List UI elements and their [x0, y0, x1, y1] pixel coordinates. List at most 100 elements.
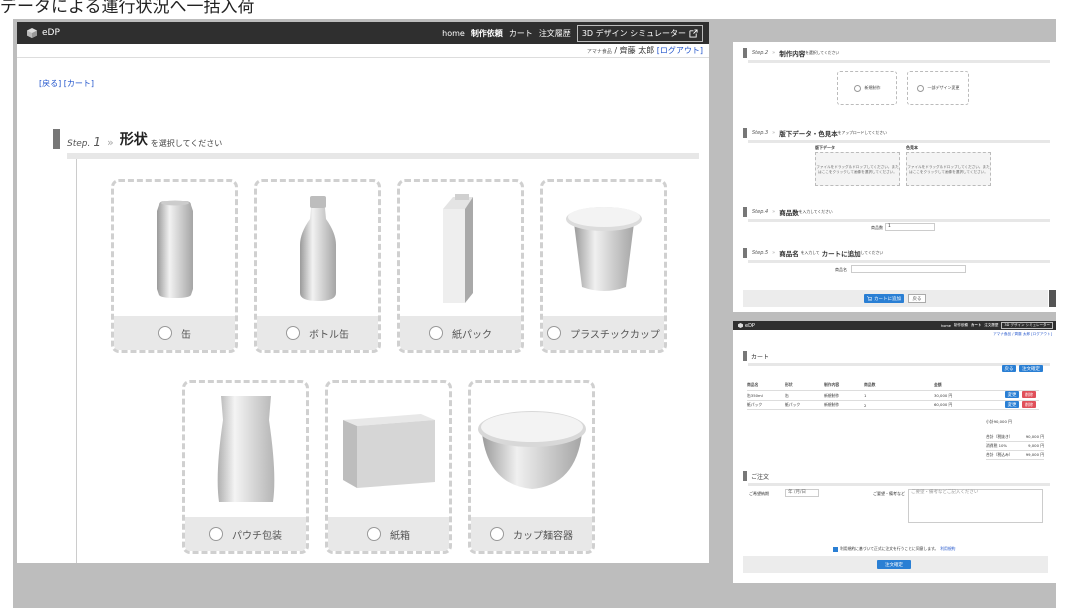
upload1-title: 版下データ — [815, 145, 835, 150]
product-name-input[interactable] — [851, 265, 966, 273]
step-label: Step. — [752, 130, 765, 136]
company-name: アマナ食品 — [586, 49, 612, 55]
agree-row: 利用規約に基づいて正式に注文を行うことに同意します。 利用規約 — [833, 546, 955, 552]
row2-edit-button[interactable]: 変更 — [1005, 401, 1019, 408]
radio-paper-pack[interactable] — [429, 326, 443, 340]
note-textarea[interactable]: ご要望・備考などご記入ください — [908, 489, 1043, 523]
th-price: 金額 — [934, 382, 942, 387]
cart-nav-cart[interactable]: カート — [971, 323, 982, 328]
step-underline — [748, 140, 1050, 143]
cart-nav-history[interactable]: 注文履歴 — [984, 323, 998, 328]
th-name: 商品名 — [747, 382, 759, 387]
step-number: 3 — [764, 130, 769, 136]
radio-plastic-cup[interactable] — [547, 326, 562, 340]
step-bar — [743, 48, 747, 58]
nav-history[interactable]: 注文履歴 — [539, 28, 571, 39]
shape-option-plastic-cup[interactable]: プラスチックカップ — [540, 179, 667, 353]
step-suffix: をアップロードしてください — [837, 130, 887, 135]
qty-input[interactable]: 1 — [885, 223, 935, 231]
step-panel-window: Step. 2 » 制作内容 を選択してください 新規制作 一部デザイン変更 St… — [733, 42, 1056, 312]
row1-delete-button[interactable]: 削除 — [1022, 391, 1036, 398]
th-shape: 形状 — [785, 382, 793, 387]
cube-logo-icon — [27, 28, 37, 38]
upload-dropzone-color[interactable]: ファイルをドラッグ＆ドロップしてください。またはここをクリックして画像を選択して… — [906, 152, 991, 186]
cart-navbar: eDP home 制作依頼 カート 注文履歴 3D デザイン シミュレーター — [733, 321, 1056, 330]
date-label: ご希望納期 — [749, 491, 769, 496]
cell-kind: 新規制作 — [824, 402, 840, 407]
summary-value: 9,000 円 — [1028, 443, 1044, 448]
nav-request[interactable]: 制作依頼 — [471, 28, 503, 39]
step-number: 5 — [764, 250, 769, 256]
cart-title: カート — [751, 354, 770, 361]
nav-cart[interactable]: カート — [509, 28, 533, 39]
cell-price: 60,000 円 — [934, 402, 953, 407]
plastic-cup-image — [565, 207, 642, 291]
radio-pouch[interactable] — [209, 527, 223, 541]
external-link-icon — [689, 28, 698, 38]
option-partial-change[interactable]: 一部デザイン変更 — [907, 71, 969, 105]
summary-value: 90,000 円 — [1025, 434, 1044, 439]
step-bar — [53, 129, 60, 149]
step-bar — [743, 248, 747, 258]
cell-qty: 2 — [864, 402, 867, 408]
cart-link[interactable]: [カート] — [64, 79, 94, 88]
simulator-button[interactable]: 3D デザイン シミュレーター — [576, 24, 703, 42]
summary-value: 99,000 円 — [1025, 452, 1044, 457]
cube-logo-icon — [738, 323, 743, 328]
radio-paper-box[interactable] — [367, 527, 381, 541]
step-bar — [743, 207, 747, 217]
cell-shape: 紙パック — [785, 402, 801, 407]
user-sep: / — [611, 46, 620, 55]
row1-edit-button[interactable]: 変更 — [1005, 391, 1019, 398]
cart-nav-request[interactable]: 制作依頼 — [954, 323, 968, 328]
shape-label-pouch: パウチ包装 — [232, 530, 282, 542]
shape-option-cup-noodle[interactable]: カップ麺容器 — [468, 380, 595, 554]
cell-kind: 新規制作 — [824, 392, 840, 398]
radio-partial-change[interactable] — [916, 84, 924, 92]
shape-option-paper-box[interactable]: 紙箱 — [325, 380, 452, 554]
radio-new-production[interactable] — [853, 84, 861, 92]
date-input[interactable]: 年 /月/日 — [785, 489, 819, 497]
logout-link[interactable]: [ログアウト] — [657, 46, 703, 55]
shape-option-can[interactable]: 缶 — [111, 179, 238, 353]
step2-heading: Step. 2 » 制作内容 を選択してください — [743, 48, 839, 58]
main-window: eDP home 制作依頼 カート 注文履歴 3D デザイン シミュレーター ア… — [17, 22, 709, 563]
top-navbar: eDP home 制作依頼 カート 注文履歴 3D デザイン シミュレーター — [17, 22, 709, 44]
agree-checkbox[interactable] — [833, 546, 838, 552]
cart-confirm-top-button[interactable]: 注文確定 — [1019, 365, 1043, 372]
step-number: 2 — [764, 50, 769, 56]
step-suffix: してください — [860, 250, 884, 255]
bottle-can-image — [299, 196, 336, 301]
cart-user-bar[interactable]: アマナ食品 / 齊藤 太郎 [ログアウト] — [993, 332, 1052, 337]
add-to-cart-button[interactable]: カートに追加 — [864, 294, 904, 303]
row2-delete-button[interactable]: 削除 — [1022, 401, 1036, 408]
back-link[interactable]: [戻る] — [39, 79, 61, 88]
cart-nav-home[interactable]: home — [941, 324, 951, 328]
product-name-label: 商品名 — [835, 267, 847, 272]
option-new-production[interactable]: 新規制作 — [837, 71, 897, 105]
scrollbar[interactable] — [1049, 290, 1056, 307]
cell-shape: 缶 — [785, 392, 789, 398]
step-title: 版下データ・色見本 — [779, 130, 838, 138]
brand[interactable]: eDP — [27, 28, 60, 38]
radio-cup-noodle[interactable] — [490, 527, 504, 541]
confirm-order-button[interactable]: 注文確定 — [877, 560, 911, 569]
step-title: 商品名 — [779, 250, 799, 258]
radio-can[interactable] — [158, 326, 172, 340]
upload-dropzone-plate[interactable]: ファイルをドラッグ＆ドロップしてください。またはここをクリックして画像を選択して… — [815, 152, 900, 186]
cell-price: 30,000 円 — [934, 392, 953, 398]
shape-option-bottle-can[interactable]: ボトル缶 — [254, 179, 381, 353]
cart-brand-name: eDP — [745, 322, 755, 329]
back-button[interactable]: 戻る — [908, 294, 926, 303]
terms-link[interactable]: 利用規約 — [940, 546, 955, 552]
cart-simulator-button[interactable]: 3D デザイン シミュレーター — [1001, 322, 1053, 329]
cart-brand[interactable]: eDP — [738, 323, 755, 329]
cart-back-button[interactable]: 戻る — [1002, 365, 1016, 372]
order-underline — [748, 483, 1050, 486]
cart-window: eDP home 制作依頼 カート 注文履歴 3D デザイン シミュレーター ア… — [733, 321, 1056, 583]
shape-option-pouch[interactable]: パウチ包装 — [182, 380, 309, 554]
step-label: Step. — [752, 50, 765, 56]
radio-bottle-can[interactable] — [286, 326, 300, 340]
nav-home[interactable]: home — [442, 29, 465, 38]
shape-option-paper-pack[interactable]: 紙パック — [397, 179, 524, 353]
